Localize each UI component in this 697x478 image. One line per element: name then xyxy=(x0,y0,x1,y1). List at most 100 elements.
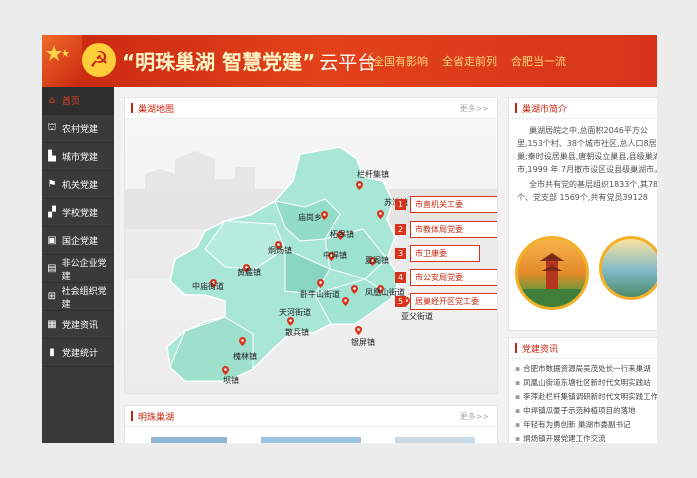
town-label[interactable]: 柘皋镇 xyxy=(330,229,354,240)
legend-num: 4 xyxy=(395,271,406,283)
town-label[interactable]: 坝镇 xyxy=(223,375,239,386)
news-item[interactable]: 年轻有为勇创新 巢湖市委副书记 xyxy=(515,418,657,432)
town-label[interactable]: 中垾镇 xyxy=(323,250,347,261)
map-pin-icon[interactable] xyxy=(222,366,229,375)
map-pin-icon[interactable] xyxy=(239,337,246,346)
sidebar-item-label: 机关党建 xyxy=(62,181,99,191)
photo-thumbnail[interactable] xyxy=(151,437,227,443)
map-pin-icon[interactable] xyxy=(356,181,363,190)
sidebar-item-label: 首页 xyxy=(62,97,81,107)
town-label[interactable]: 黄麓镇 xyxy=(237,267,261,278)
photo-thumbnail[interactable] xyxy=(261,437,361,443)
city-icon: ▙ xyxy=(48,151,56,162)
news-item[interactable]: 烔炀镇开展党建工作交流 xyxy=(515,432,657,443)
sidebar-item-label: 国企党建 xyxy=(62,237,99,247)
sidebar-item-label: 城市党建 xyxy=(62,153,99,163)
building-icon: ▤ xyxy=(47,263,57,274)
town-label[interactable]: 天河街道 xyxy=(279,307,311,318)
town-label[interactable]: 散兵镇 xyxy=(285,327,309,338)
sidebar-item-news[interactable]: ▦ 党建资讯 xyxy=(42,311,114,339)
legend-num: 5 xyxy=(395,295,406,307)
legend-num: 2 xyxy=(395,223,406,235)
bottom-more-link[interactable]: 更多>> xyxy=(460,411,489,422)
map-panel-title-text: 巢湖地图 xyxy=(138,104,175,115)
app-frame: ☭ “明珠巢湖 智慧党建” 云平台 全国有影响 全省走前列 合肥当一流 ⌂ 首页 … xyxy=(42,35,657,443)
legend-item[interactable]: 5 居巢经开区党工委 xyxy=(395,292,497,310)
flag-icon xyxy=(42,35,82,87)
photo-thumbnail[interactable] xyxy=(395,437,475,443)
sidebar: ⌂ 首页 ⛫ 农村党建 ▙ 城市党建 ⚑ 机关党建 ▞ 学校党建 ▣ 国企党建 … xyxy=(42,87,114,443)
company-icon: ▣ xyxy=(47,235,57,246)
slogan-3: 合肥当一流 xyxy=(511,55,566,68)
legend-label: 市卫康委 xyxy=(410,244,480,262)
header-banner: ☭ “明珠巢湖 智慧党建” 云平台 全国有影响 全省走前列 合肥当一流 xyxy=(42,35,657,87)
sidebar-item-soe[interactable]: ▣ 国企党建 xyxy=(42,227,114,255)
sidebar-item-social-org[interactable]: ⊞ 社会组织党建 xyxy=(42,283,114,311)
school-icon: ▞ xyxy=(48,207,56,218)
town-label[interactable]: 庙岗乡 xyxy=(298,212,322,223)
legend-label: 市公安局党委 xyxy=(410,268,497,286)
town-label[interactable]: 亚父街道 xyxy=(401,311,433,322)
map-pin-icon[interactable] xyxy=(355,326,362,335)
sidebar-item-private[interactable]: ▤ 非公企业党建 xyxy=(42,255,114,283)
sidebar-item-village[interactable]: ⛫ 农村党建 xyxy=(42,115,114,143)
legend-num: 3 xyxy=(395,247,406,259)
town-label[interactable]: 烔炀镇 xyxy=(268,245,292,256)
sidebar-item-government[interactable]: ⚑ 机关党建 xyxy=(42,171,114,199)
intro-paragraph: 巢湖居皖之中,总面积2046平方公里,153个村、38个城市社区,总人口8居巢;… xyxy=(517,126,657,174)
town-label[interactable]: 银屏镇 xyxy=(351,337,375,348)
sidebar-item-city[interactable]: ▙ 城市党建 xyxy=(42,143,114,171)
map-pin-icon[interactable] xyxy=(377,210,384,219)
intro-text: 巢湖居皖之中,总面积2046平方公里,153个村、38个城市社区,总人口8居巢;… xyxy=(517,124,657,206)
sidebar-item-label: 农村党建 xyxy=(62,125,99,135)
title-main: “明珠巢湖 智慧党建” xyxy=(122,50,316,74)
town-label[interactable]: 中庙街道 xyxy=(192,281,224,292)
sidebar-item-stats[interactable]: ▮ 党建统计 xyxy=(42,339,114,367)
news-item[interactable]: 李萍赴栏杆集镇调研新时代文明实践工作 xyxy=(515,390,657,404)
map-pin-icon[interactable] xyxy=(317,279,324,288)
map-pin-icon[interactable] xyxy=(351,285,358,294)
map-pin-icon[interactable] xyxy=(287,317,294,326)
news-item[interactable]: 凤凰山街道东塘社区新时代文明实践站 xyxy=(515,376,657,390)
village-icon: ⛫ xyxy=(47,122,57,133)
intro-panel-header: 巢湖市简介 xyxy=(509,98,657,119)
bottom-panel-title: 明珠巢湖 xyxy=(131,410,174,423)
town-label[interactable]: 栏杆集镇 xyxy=(357,169,389,180)
legend-item[interactable]: 2 市教体局党委 xyxy=(395,220,497,238)
bottom-panel: 明珠巢湖 更多>> xyxy=(124,405,498,443)
sidebar-item-label: 党建统计 xyxy=(62,349,99,359)
slogan-1: 全国有影响 xyxy=(368,52,432,70)
town-label[interactable]: 卧牛山街道 xyxy=(300,289,340,300)
sidebar-item-home[interactable]: ⌂ 首页 xyxy=(42,87,114,115)
sidebar-item-label: 非公企业党建 xyxy=(61,258,107,282)
town-label[interactable]: 夏阁镇 xyxy=(365,255,389,266)
party-emblem-icon: ☭ xyxy=(82,43,116,77)
legend-item[interactable]: 4 市公安局党委 xyxy=(395,268,497,286)
slogan-2: 全省走前列 xyxy=(442,55,497,68)
pagoda-photo xyxy=(515,236,589,310)
bottom-panel-header: 明珠巢湖 更多>> xyxy=(125,406,497,427)
news-panel-title-text: 党建资讯 xyxy=(522,344,559,355)
legend-item[interactable]: 1 市直机关工委 xyxy=(395,195,497,213)
intro-panel: 巢湖市简介 巢湖居皖之中,总面积2046平方公里,153个村、38个城市社区,总… xyxy=(508,97,657,331)
sidebar-item-school[interactable]: ▞ 学校党建 xyxy=(42,199,114,227)
news-item[interactable]: 中垾镇瓜豪子示范种植项目的落地 xyxy=(515,404,657,418)
intro-paragraph: 全市共有党的基层组织1833个,其78个、党支部 1569个,共有党员39128 xyxy=(517,180,657,202)
news-item[interactable]: 合肥市数据资源局吴茂处长一行来巢湖 xyxy=(515,362,657,376)
bottom-panel-title-text: 明珠巢湖 xyxy=(138,412,175,423)
legend-item[interactable]: 3 市卫康委 xyxy=(395,244,497,262)
map-pin-icon[interactable] xyxy=(342,297,349,306)
map-panel-title: 巢湖地图 xyxy=(131,102,174,115)
news-panel: 党建资讯 合肥市数据资源局吴茂处长一行来巢湖 凤凰山街道东塘社区新时代文明实践站… xyxy=(508,337,657,443)
town-label[interactable]: 槐林镇 xyxy=(233,351,257,362)
map-more-link[interactable]: 更多>> xyxy=(460,103,489,114)
news-list: 合肥市数据资源局吴茂处长一行来巢湖 凤凰山街道东塘社区新时代文明实践站 李萍赴栏… xyxy=(515,362,657,443)
map-pin-icon[interactable] xyxy=(321,211,328,220)
legend-num: 1 xyxy=(395,198,406,210)
legend-label: 市直机关工委 xyxy=(410,195,497,213)
map-panel: 巢湖地图 更多>> 栏杆集镇 庙岗乡 柘皋镇 烔炀镇 中垾镇 夏阁镇 黄麓镇 中… xyxy=(124,97,498,394)
stats-icon: ▮ xyxy=(49,347,55,358)
slogan-bar: 全国有影响 全省走前列 合肥当一流 xyxy=(368,52,570,70)
map-area: 栏杆集镇 苏湾镇 庙岗乡 柘皋镇 烔炀镇 中垾镇 夏阁镇 黄麓镇 中庙街道 卧牛… xyxy=(125,119,497,393)
intro-panel-title-text: 巢湖市简介 xyxy=(522,104,568,115)
